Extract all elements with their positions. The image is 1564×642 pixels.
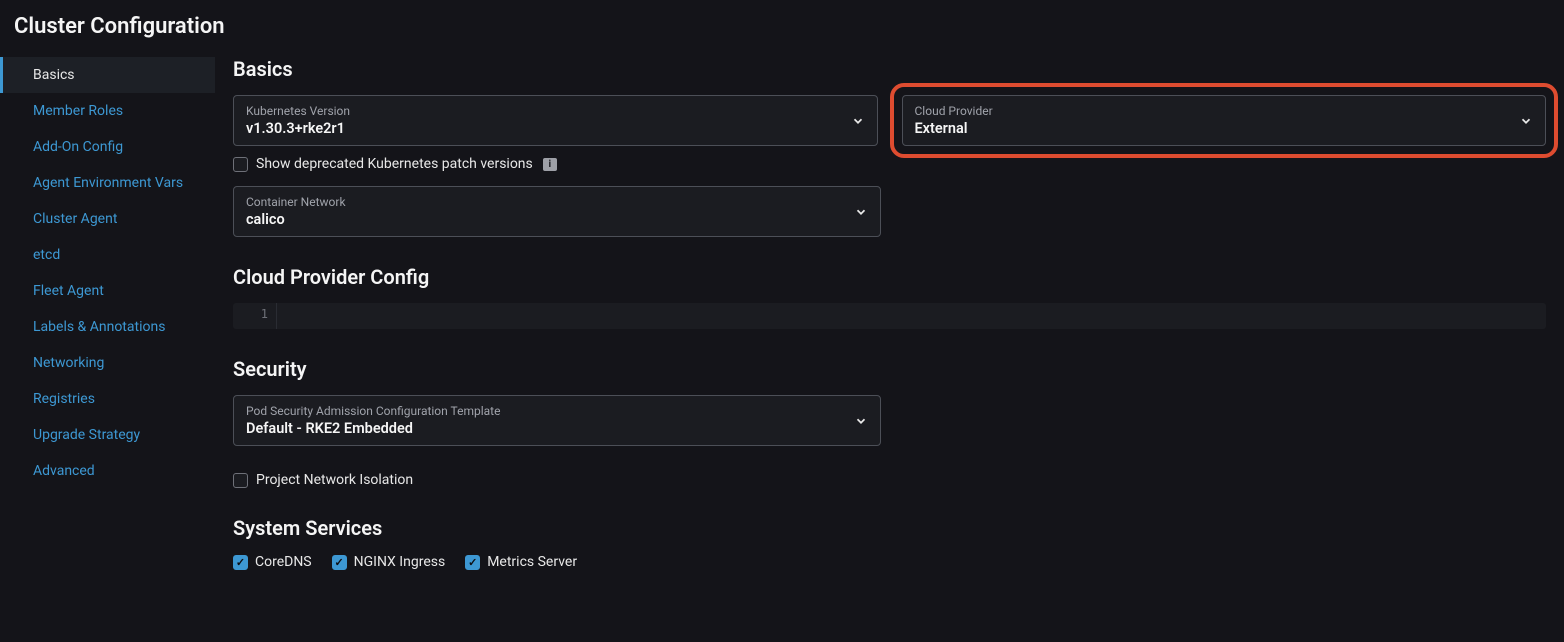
psa-template-select[interactable]: Pod Security Admission Configuration Tem… (233, 395, 881, 446)
nginx-ingress-label: NGINX Ingress (354, 554, 446, 570)
coredns-label: CoreDNS (255, 554, 312, 570)
show-deprecated-checkbox[interactable] (233, 157, 248, 172)
line-number-gutter: 1 (233, 303, 277, 329)
sidebar-item-fleet-agent[interactable]: Fleet Agent (0, 273, 215, 309)
service-item-coredns: CoreDNS (233, 554, 312, 570)
project-network-isolation-row: Project Network Isolation (233, 472, 1546, 488)
container-network-value: calico (246, 211, 285, 228)
show-deprecated-row: Show deprecated Kubernetes patch version… (233, 156, 1546, 172)
system-services-heading: System Services (233, 516, 1546, 540)
chevron-down-icon (854, 205, 868, 219)
show-deprecated-label: Show deprecated Kubernetes patch version… (256, 156, 533, 172)
container-network-label: Container Network (246, 195, 844, 209)
sidebar-item-networking[interactable]: Networking (0, 345, 215, 381)
cloud-provider-config-heading: Cloud Provider Config (233, 265, 1546, 289)
sidebar-item-advanced[interactable]: Advanced (0, 453, 215, 489)
chevron-down-icon (1519, 114, 1533, 128)
sidebar-item-etcd[interactable]: etcd (0, 237, 215, 273)
cloud-provider-value: External (915, 120, 968, 137)
nginx-ingress-checkbox[interactable] (332, 555, 347, 570)
k8s-version-value: v1.30.3+rke2r1 (246, 120, 345, 137)
cloud-provider-highlight: Cloud Provider External (890, 83, 1559, 158)
service-item-metrics-server: Metrics Server (465, 554, 577, 570)
chevron-down-icon (851, 114, 865, 128)
project-network-isolation-label: Project Network Isolation (256, 472, 413, 488)
sidebar: Basics Member Roles Add-On Config Agent … (0, 57, 215, 570)
sidebar-item-member-roles[interactable]: Member Roles (0, 93, 215, 129)
project-network-isolation-checkbox[interactable] (233, 473, 248, 488)
coredns-checkbox[interactable] (233, 555, 248, 570)
cloud-provider-select[interactable]: Cloud Provider External (902, 95, 1547, 146)
security-heading: Security (233, 357, 1546, 381)
basics-heading: Basics (233, 57, 1546, 81)
system-services-row: CoreDNS NGINX Ingress Metrics Server (233, 554, 1546, 570)
k8s-version-select[interactable]: Kubernetes Version v1.30.3+rke2r1 (233, 95, 878, 146)
sidebar-item-upgrade-strategy[interactable]: Upgrade Strategy (0, 417, 215, 453)
sidebar-item-registries[interactable]: Registries (0, 381, 215, 417)
cloud-provider-label: Cloud Provider (915, 104, 1510, 118)
info-icon[interactable]: i (543, 158, 557, 171)
metrics-server-label: Metrics Server (487, 554, 577, 570)
cloud-provider-config-editor[interactable]: 1 (233, 303, 1546, 329)
sidebar-item-agent-env-vars[interactable]: Agent Environment Vars (0, 165, 215, 201)
page-title: Cluster Configuration (0, 0, 1564, 57)
service-item-nginx-ingress: NGINX Ingress (332, 554, 446, 570)
psa-template-label: Pod Security Admission Configuration Tem… (246, 404, 844, 418)
sidebar-item-labels-annotations[interactable]: Labels & Annotations (0, 309, 215, 345)
chevron-down-icon (854, 414, 868, 428)
sidebar-item-cluster-agent[interactable]: Cluster Agent (0, 201, 215, 237)
psa-template-value: Default - RKE2 Embedded (246, 420, 413, 437)
container-network-select[interactable]: Container Network calico (233, 186, 881, 237)
sidebar-item-addon-config[interactable]: Add-On Config (0, 129, 215, 165)
k8s-version-label: Kubernetes Version (246, 104, 841, 118)
main-content: Basics Kubernetes Version v1.30.3+rke2r1… (215, 57, 1564, 570)
sidebar-item-basics[interactable]: Basics (0, 57, 215, 93)
code-editor-body[interactable] (277, 303, 1546, 329)
metrics-server-checkbox[interactable] (465, 555, 480, 570)
